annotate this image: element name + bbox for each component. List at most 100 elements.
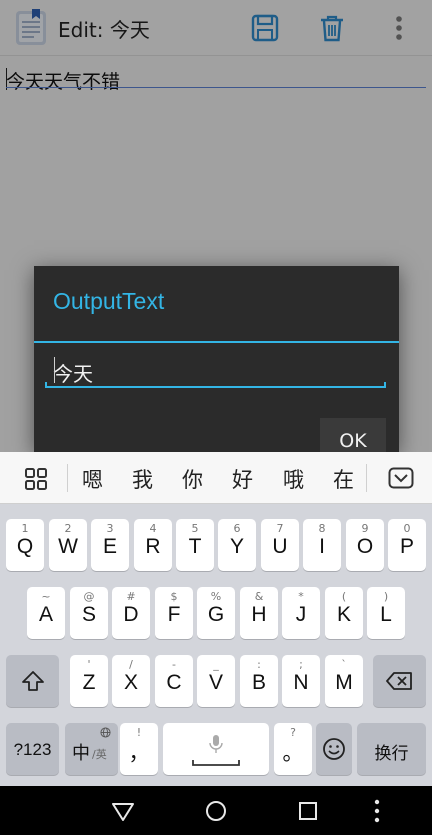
candidate-bar: 嗯 我 你 好 哦 在 [0, 452, 432, 504]
key-l[interactable]: ) L [367, 587, 405, 639]
key-z[interactable]: ' Z [70, 655, 108, 707]
key-a[interactable]: ~ A [27, 587, 65, 639]
key-label: A [38, 603, 53, 626]
key-label: 。 [282, 742, 304, 765]
backspace-icon [386, 672, 412, 690]
key-hint: 6 [233, 522, 241, 535]
key-label: C [166, 671, 182, 694]
field-underline-tick [45, 382, 47, 388]
grid-menu-icon[interactable] [24, 467, 48, 491]
period-key[interactable]: ? 。 [274, 723, 312, 775]
key-hint: $ [170, 590, 178, 603]
key-c[interactable]: -C [155, 655, 193, 707]
enter-key[interactable]: 换行 [357, 723, 426, 775]
key-f[interactable]: $ F [155, 587, 193, 639]
key-label: S [81, 603, 96, 626]
key-k[interactable]: (K [325, 587, 363, 639]
shift-key[interactable] [6, 655, 59, 707]
candidate-word[interactable]: 嗯 [82, 464, 103, 494]
key-label: Y [229, 535, 244, 558]
candidate-word[interactable]: 在 [333, 464, 354, 494]
key-hint: ( [341, 590, 347, 603]
key-label: X [123, 671, 138, 694]
key-y[interactable]: 6Y [218, 519, 256, 571]
key-v[interactable]: _ V [197, 655, 235, 707]
dialog-title: OutputText [53, 288, 165, 314]
key-label: 中 [72, 743, 90, 764]
dialog-text-field[interactable]: 今天 [45, 354, 386, 388]
recent-apps-icon[interactable] [295, 798, 321, 824]
emoji-icon [323, 738, 345, 760]
key-hint: 7 [276, 522, 284, 535]
language-switch-key[interactable]: 中 /英 [65, 723, 118, 775]
space-key[interactable] [163, 723, 269, 775]
key-h[interactable]: & H [240, 587, 278, 639]
key-label: L [380, 603, 392, 626]
key-hint: : [257, 658, 261, 671]
key-hint: @ [83, 590, 95, 603]
back-icon[interactable] [110, 798, 136, 824]
key-s[interactable]: @ S [70, 587, 108, 639]
key-p[interactable]: 0P [388, 519, 426, 571]
key-label: T [188, 535, 202, 558]
key-hint: % [210, 590, 222, 603]
key-hint: 5 [191, 522, 199, 535]
key-u[interactable]: 7U [261, 519, 299, 571]
candidate-word[interactable]: 哦 [283, 464, 304, 494]
key-q[interactable]: 1Q [6, 519, 44, 571]
key-i[interactable]: 8I [303, 519, 341, 571]
key-label: H [251, 603, 267, 626]
divider [366, 464, 367, 492]
key-label: E [102, 535, 117, 558]
key-label: Z [82, 671, 96, 694]
key-e[interactable]: 3E [91, 519, 129, 571]
key-hint: * [298, 590, 304, 603]
key-label: U [272, 535, 288, 558]
key-r[interactable]: 4R [134, 519, 172, 571]
field-underline [45, 386, 386, 388]
ok-button[interactable]: OK [320, 418, 386, 452]
key-hint: 0 [403, 522, 411, 535]
key-label: G [207, 603, 225, 626]
emoji-key[interactable] [316, 723, 352, 775]
divider [67, 464, 68, 492]
key-hint: / [129, 658, 133, 671]
symbols-key[interactable]: ?123 [6, 723, 59, 775]
text-cursor [54, 357, 55, 383]
key-w[interactable]: 2W [49, 519, 87, 571]
shift-icon [22, 671, 44, 691]
key-n[interactable]: ; N [282, 655, 320, 707]
key-t[interactable]: 5T [176, 519, 214, 571]
candidate-word[interactable]: 好 [232, 464, 253, 494]
candidate-word[interactable]: 我 [132, 464, 153, 494]
key-label: B [251, 671, 266, 694]
key-b[interactable]: :B [240, 655, 278, 707]
home-icon[interactable] [203, 798, 229, 824]
key-label: ， [128, 742, 150, 765]
globe-icon [100, 727, 111, 738]
navigation-bar [0, 786, 432, 835]
comma-key[interactable]: ! ， [120, 723, 158, 775]
key-hint: ; [299, 658, 303, 671]
key-hint: # [126, 590, 136, 603]
key-d[interactable]: # D [112, 587, 150, 639]
key-hint: 3 [106, 522, 114, 535]
key-hint: 4 [149, 522, 157, 535]
key-j[interactable]: * J [282, 587, 320, 639]
key-label: 换行 [374, 744, 409, 763]
key-m[interactable]: ` M [325, 655, 363, 707]
key-x[interactable]: / X [112, 655, 150, 707]
key-g[interactable]: % G [197, 587, 235, 639]
candidate-word[interactable]: 你 [182, 464, 203, 494]
key-label: J [295, 603, 307, 626]
overflow-menu-icon[interactable] [364, 798, 390, 824]
key-hint: 2 [64, 522, 72, 535]
key-hint: _ [213, 658, 219, 671]
key-label: O [356, 535, 374, 558]
hide-keyboard-icon[interactable] [388, 467, 414, 489]
field-underline-tick [384, 382, 386, 388]
backspace-key[interactable] [373, 655, 426, 707]
key-o[interactable]: 9O [346, 519, 384, 571]
key-hint: ~ [41, 590, 51, 603]
key-label: M [335, 671, 353, 694]
